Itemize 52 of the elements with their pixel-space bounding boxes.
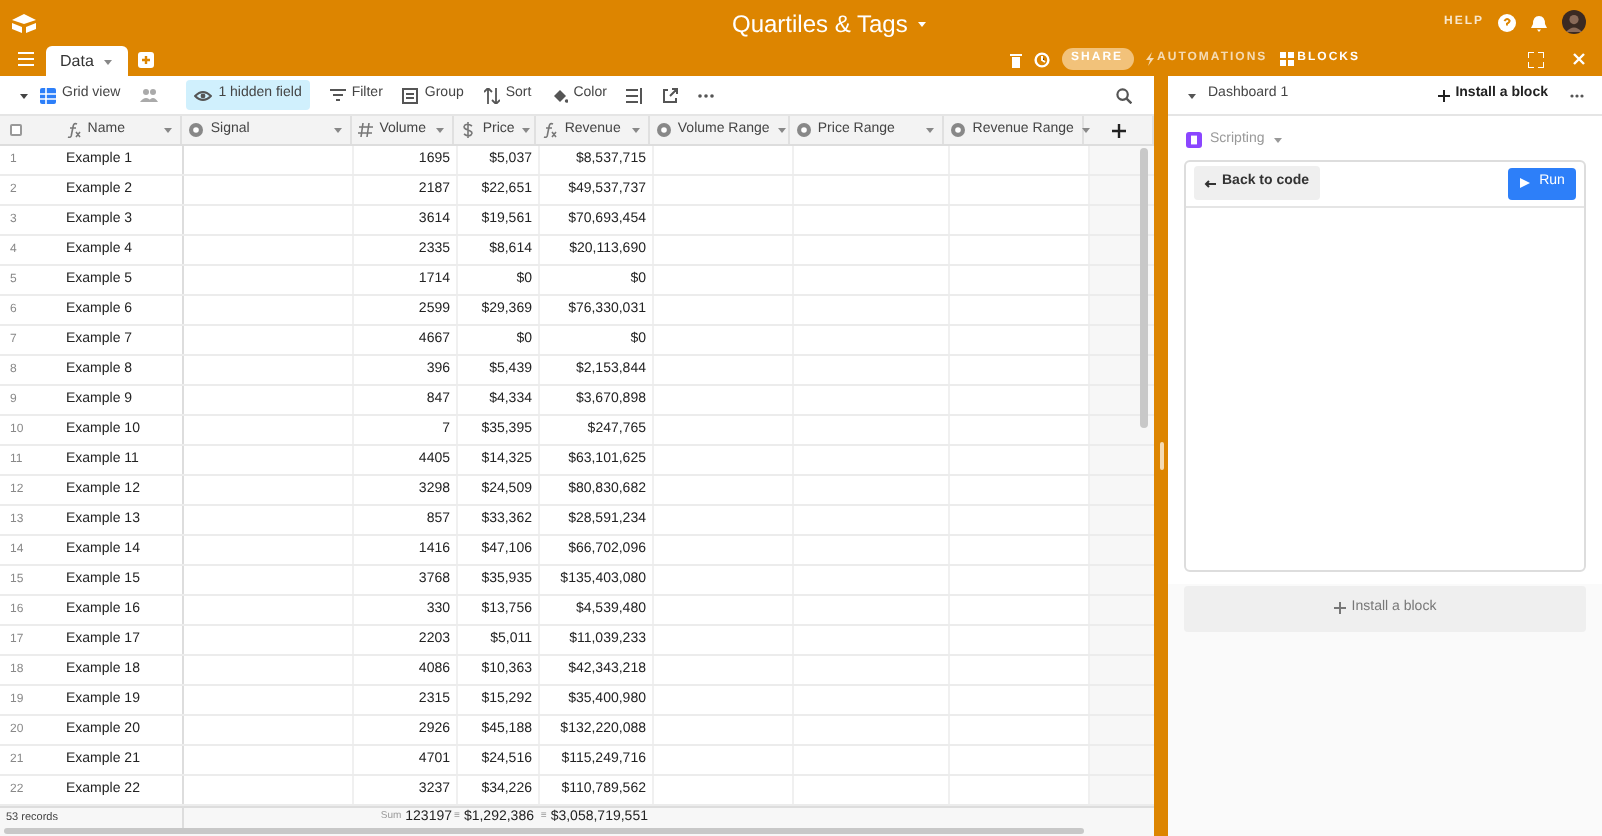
caret-icon [434,124,447,136]
caret-icon[interactable] [1186,89,1198,101]
row-height-icon[interactable] [626,87,643,103]
play-icon [1519,178,1530,188]
circle-icon [795,122,812,138]
caret-icon [162,124,175,136]
search-icon[interactable] [1116,87,1132,103]
group-icon [402,87,419,103]
caret-icon [775,124,788,136]
caret-icon [101,55,114,67]
formula-icon [542,122,559,138]
formula-icon [65,122,82,138]
menu-icon[interactable] [18,52,34,66]
dollar-icon [460,122,477,138]
app-icon [1186,132,1202,149]
trash-icon[interactable] [1009,51,1022,67]
grid-icon [1279,52,1294,66]
caret-icon [924,124,937,136]
filter-icon [329,87,346,103]
resize-handle[interactable] [1159,442,1163,470]
caret-icon [331,124,344,136]
people-icon[interactable] [140,88,159,102]
history-icon[interactable] [1033,51,1050,67]
add-field-icon[interactable] [1111,123,1126,137]
avatar-icon[interactable] [1562,10,1586,34]
add-table-icon[interactable] [137,52,154,68]
table-tab[interactable]: Data [46,46,128,76]
close-icon[interactable] [1572,52,1586,66]
logo-icon[interactable] [10,11,38,33]
hash-icon [357,122,374,138]
caret-icon[interactable] [18,89,30,101]
caret-icon [520,124,533,136]
circle-icon [950,122,967,138]
grid-view-icon [40,87,56,103]
share-view-icon[interactable] [662,87,679,103]
arrow-left-icon [1204,179,1216,187]
bolt-icon [1145,52,1154,66]
plus-icon [1437,89,1450,101]
circle-icon [655,122,672,138]
help-icon[interactable] [1498,13,1516,31]
scrollbar[interactable] [4,828,1084,834]
plus-icon [1333,602,1346,614]
circle-icon [188,122,205,138]
sort-icon [483,87,500,103]
expand-icon[interactable] [1528,51,1544,67]
caret-icon [1079,124,1092,136]
caret-icon [629,124,642,136]
paint-bucket-icon [551,87,568,103]
bell-icon[interactable] [1530,13,1548,31]
scrollbar[interactable] [1140,148,1148,428]
eye-icon [194,89,213,101]
select-all-checkbox[interactable] [10,124,22,136]
